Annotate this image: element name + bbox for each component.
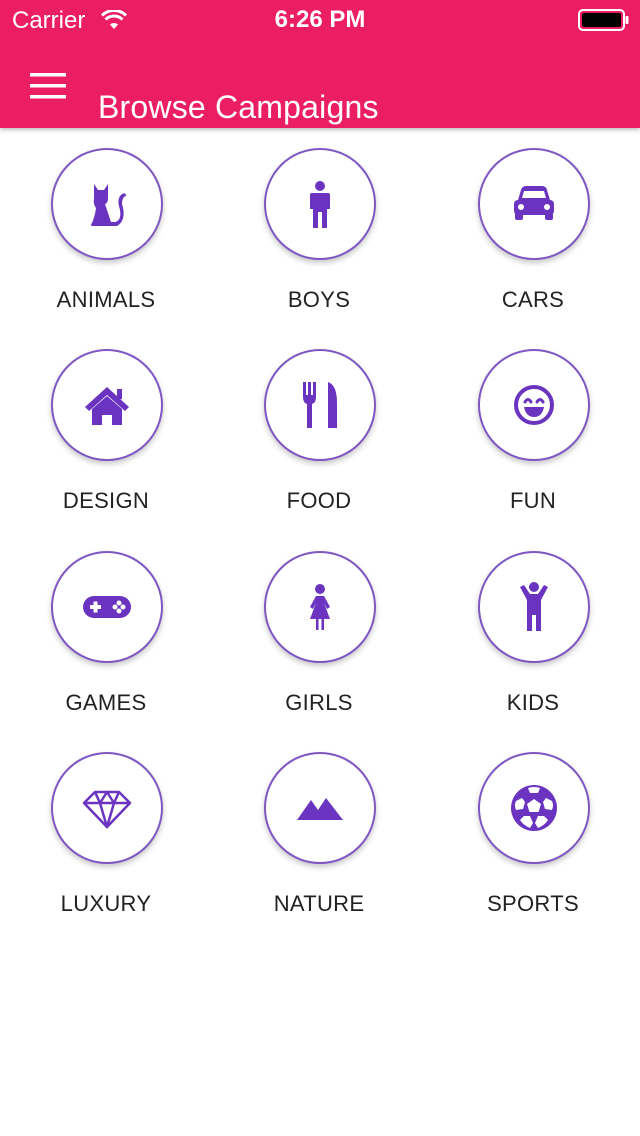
category-icon-circle[interactable] [51,551,163,663]
category-tile-cars[interactable]: CARS [455,128,615,318]
battery-icon [578,9,630,31]
category-label: FUN [509,488,557,513]
category-label: KIDS [506,690,560,715]
category-tile-nature[interactable]: NATURE [241,732,401,922]
clock: 6:26 PM [274,6,366,33]
category-tile-games[interactable]: GAMES [28,531,188,721]
category-tile-boys[interactable]: BOYS [241,128,401,318]
child-icon [520,582,548,631]
category-tile-food[interactable]: FOOD [241,329,401,519]
category-icon-circle[interactable] [264,551,376,663]
menu-button[interactable] [18,60,66,108]
category-tile-animals[interactable]: ANIMALS [28,128,188,318]
category-label: ANIMALS [56,287,156,312]
category-icon-circle[interactable] [51,752,163,864]
category-tile-design[interactable]: DESIGN [28,329,188,519]
fork-knife-icon [303,382,337,428]
app-screen: Carrier 6:26 PM Browse Campaigns ANIMALS… [0,0,640,1136]
car-icon [514,186,554,220]
category-icon-circle[interactable] [478,349,590,461]
category-icon-circle[interactable] [478,148,590,260]
category-label: BOYS [287,287,351,312]
gamepad-icon [83,596,131,618]
category-icon-circle[interactable] [478,752,590,864]
category-label: GAMES [65,690,147,715]
girl-icon [310,584,330,630]
status-bar: Carrier 6:26 PM [0,0,640,40]
category-tile-fun[interactable]: FUN [455,329,615,519]
mountains-icon [297,798,343,820]
category-label: NATURE [273,891,365,916]
category-icon-circle[interactable] [264,349,376,461]
category-icon-circle[interactable] [264,148,376,260]
category-icon-circle[interactable] [51,349,163,461]
top-bar: Carrier 6:26 PM Browse Campaigns [0,0,640,128]
category-tile-girls[interactable]: GIRLS [241,531,401,721]
category-label: SPORTS [487,891,579,916]
category-label: CARS [501,287,565,312]
cat-icon [91,184,126,226]
page-title: Browse Campaigns [98,89,379,126]
category-label: FOOD [286,488,352,513]
hamburger-menu-icon [30,73,66,99]
category-icon-circle[interactable] [264,752,376,864]
category-icon-circle[interactable] [478,551,590,663]
boy-icon [310,181,330,228]
diamond-icon [82,790,132,829]
smiley-icon [514,385,554,425]
category-label: LUXURY [60,891,152,916]
soccer-ball-icon [511,785,557,831]
app-bar: Browse Campaigns [0,40,640,128]
category-tile-kids[interactable]: KIDS [455,531,615,721]
category-label: DESIGN [62,488,150,513]
category-tile-luxury[interactable]: LUXURY [28,732,188,922]
home-icon [85,387,129,425]
category-icon-circle[interactable] [51,148,163,260]
category-label: GIRLS [285,690,353,715]
category-tile-sports[interactable]: SPORTS [455,732,615,922]
